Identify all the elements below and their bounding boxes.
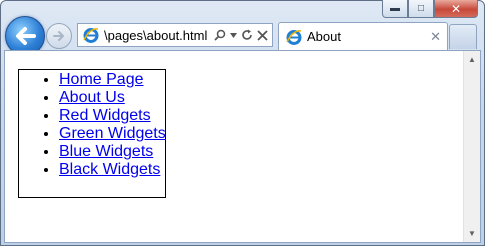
nav-list: Home Page About Us Red Widgets Green Wid…	[19, 71, 166, 179]
scroll-down-icon[interactable]: ▼	[464, 225, 480, 242]
list-item: About Us	[59, 89, 166, 107]
new-tab-button[interactable]	[449, 24, 477, 49]
nav-link-green-widgets[interactable]: Green Widgets	[59, 125, 166, 142]
list-item: Home Page	[59, 71, 166, 89]
address-bar[interactable]: \pages\about.html	[77, 23, 273, 47]
minimize-button[interactable]: ▬	[382, 0, 408, 18]
ie-logo-icon	[286, 29, 302, 45]
maximize-icon: □	[417, 3, 425, 14]
forward-button[interactable]	[46, 23, 72, 49]
address-text[interactable]: \pages\about.html	[104, 28, 214, 43]
list-item: Red Widgets	[59, 107, 166, 125]
scroll-up-icon[interactable]: ▲	[464, 51, 480, 68]
window-controls: ▬ □ ✕	[382, 0, 478, 18]
list-item: Blue Widgets	[59, 143, 166, 161]
search-icon[interactable]	[214, 29, 226, 41]
maximize-button[interactable]: □	[408, 0, 434, 18]
close-window-button[interactable]: ✕	[434, 0, 478, 18]
list-item: Green Widgets	[59, 125, 166, 143]
close-icon[interactable]: ✕	[430, 29, 441, 45]
nav-box: Home Page About Us Red Widgets Green Wid…	[18, 69, 166, 198]
chevron-down-icon[interactable]	[230, 32, 237, 38]
browser-window: ▬ □ ✕ \pages\about.html About ✕ • Home P…	[0, 0, 485, 246]
forward-arrow-icon	[53, 31, 64, 41]
tab-title: About	[307, 29, 341, 44]
back-arrow-icon	[16, 27, 36, 45]
page-viewport: Home Page About Us Red Widgets Green Wid…	[4, 50, 481, 243]
list-item: Black Widgets	[59, 161, 166, 179]
refresh-icon[interactable]	[241, 29, 253, 41]
minimize-icon: ▬	[390, 3, 400, 14]
nav-link-red-widgets[interactable]: Red Widgets	[59, 107, 151, 124]
close-icon[interactable]	[257, 29, 268, 41]
nav-link-about-us[interactable]: About Us	[59, 89, 125, 106]
close-icon: ✕	[450, 1, 462, 16]
ie-logo-icon	[83, 28, 99, 43]
vertical-scrollbar[interactable]: ▲ ▼	[463, 51, 480, 242]
nav-link-home-page[interactable]: Home Page	[59, 71, 144, 88]
nav-link-black-widgets[interactable]: Black Widgets	[59, 161, 160, 178]
nav-link-blue-widgets[interactable]: Blue Widgets	[59, 143, 153, 160]
tab-about[interactable]: About ✕	[278, 22, 448, 50]
